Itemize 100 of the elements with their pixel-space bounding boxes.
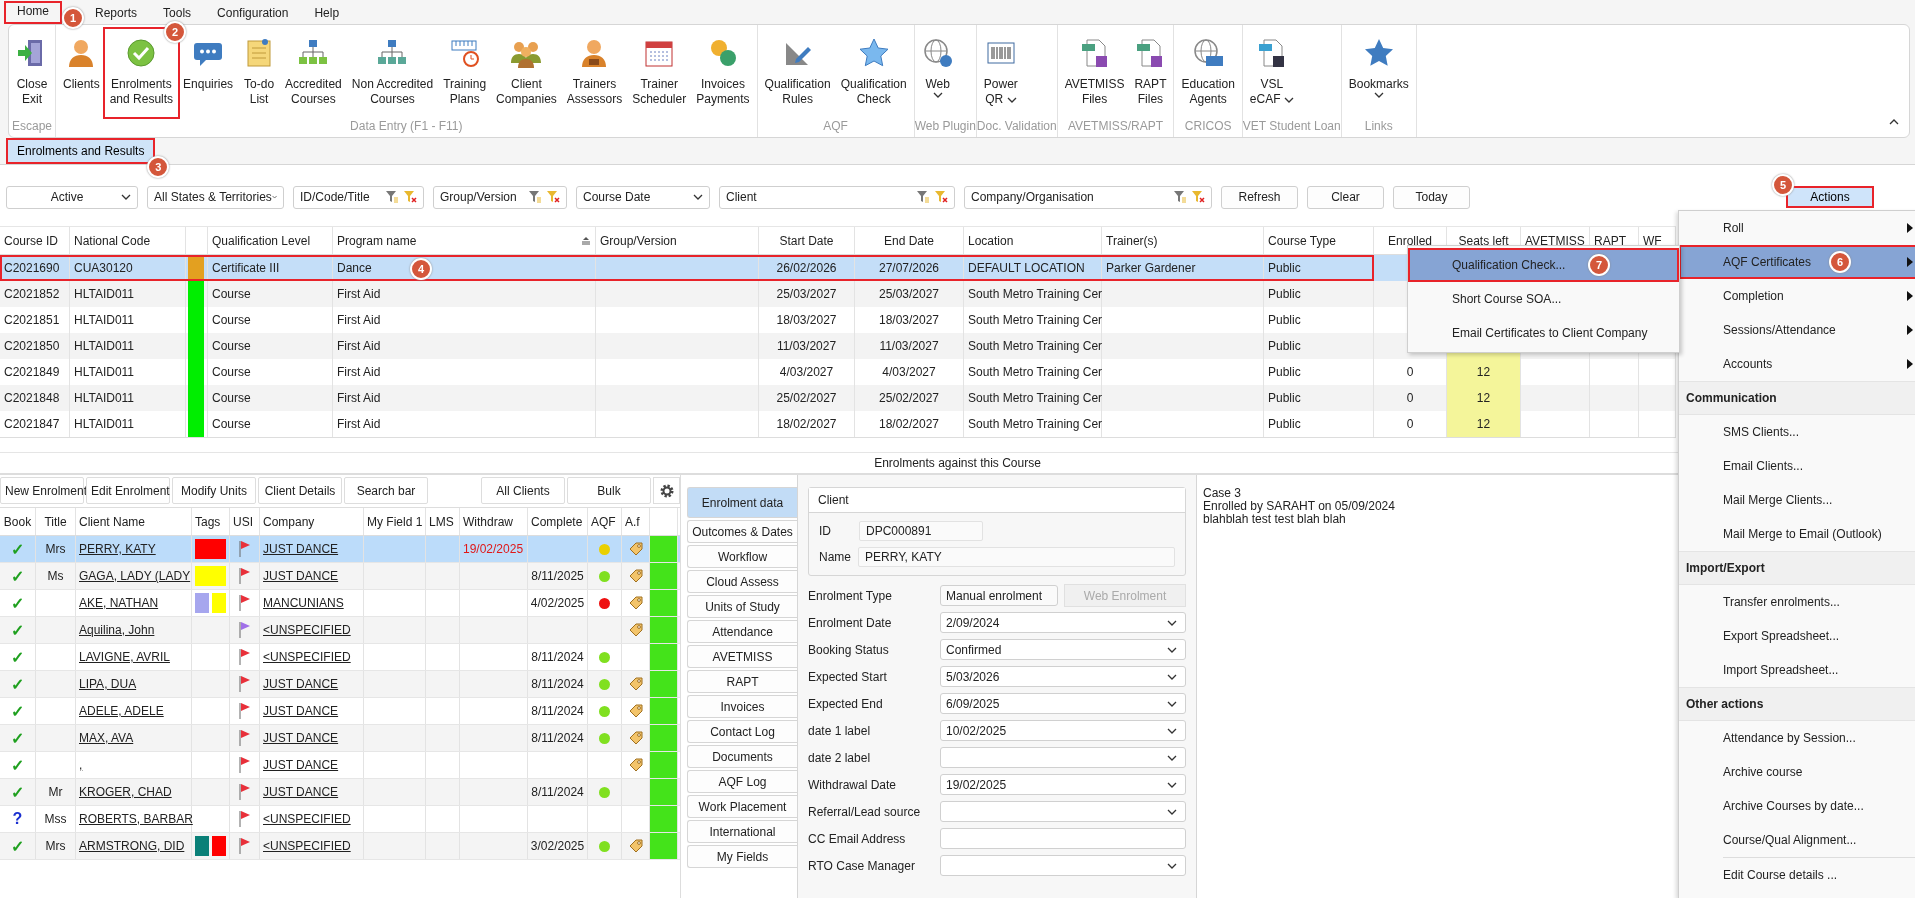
id-field[interactable]: DPC000891 xyxy=(859,521,983,541)
side-tab[interactable]: Invoices xyxy=(687,695,797,718)
column-header[interactable]: Title xyxy=(44,514,67,529)
column-header[interactable]: LMS xyxy=(429,514,454,529)
dropdown-field[interactable]: 6/09/2025 xyxy=(940,693,1186,714)
company-link[interactable]: JUST DANCE xyxy=(263,758,339,772)
ribbon-button[interactable]: Qualification Check xyxy=(835,29,912,117)
side-tab[interactable]: AVETMISS xyxy=(687,645,797,668)
dropdown-field[interactable]: 10/02/2025 xyxy=(940,720,1186,741)
ribbon-button[interactable]: AVETMISS Files xyxy=(1059,29,1130,117)
toolbar-button[interactable]: Refresh xyxy=(1221,185,1298,209)
menu-item[interactable]: Course/Qual Alignment... xyxy=(1679,823,1915,857)
menu-item[interactable]: Archive course xyxy=(1679,755,1915,789)
ribbon-button[interactable]: Clients xyxy=(58,29,105,117)
toolbar-button[interactable]: Today xyxy=(1393,185,1470,209)
menu-item[interactable]: Export Spreadsheet... xyxy=(1679,619,1915,653)
company-link[interactable]: MANCUNIANS xyxy=(263,596,344,610)
dropdown-field[interactable]: 2/09/2024 xyxy=(940,612,1186,633)
menu-tab[interactable]: Configuration xyxy=(204,3,302,24)
ribbon-button[interactable]: VSL eCAF xyxy=(1244,29,1299,117)
ribbon-button[interactable]: Training Plans xyxy=(438,29,492,117)
company-link[interactable]: <UNSPECIFIED xyxy=(263,812,351,826)
side-tab[interactable]: AQF Log xyxy=(687,770,797,793)
side-tab[interactable]: Units of Study xyxy=(687,595,797,618)
actions-button[interactable]: Actions xyxy=(1786,186,1874,208)
side-tab[interactable]: International xyxy=(687,820,797,843)
dropdown-field[interactable] xyxy=(940,801,1186,822)
collapse-icon[interactable] xyxy=(1889,119,1899,125)
ribbon-button[interactable]: Trainers Assessors xyxy=(561,29,628,117)
text-field[interactable]: Manual enrolment xyxy=(940,585,1059,606)
column-header[interactable]: Qualification Level xyxy=(208,227,333,254)
column-header[interactable]: Company xyxy=(263,514,315,529)
side-tab[interactable]: Contact Log xyxy=(687,720,797,743)
ribbon-button[interactable]: To-do List xyxy=(238,29,281,117)
menu-item[interactable]: Sessions/Attendance xyxy=(1679,313,1915,347)
ribbon-button[interactable]: Education Agents xyxy=(1176,29,1240,117)
toolbar-button[interactable]: All Clients xyxy=(481,477,565,504)
document-tab[interactable]: Enrolments and Results xyxy=(6,138,156,164)
column-header[interactable]: Program name xyxy=(333,227,596,254)
dropdown-field[interactable]: Confirmed xyxy=(940,639,1186,660)
column-header[interactable]: Complete xyxy=(531,514,583,529)
dropdown-field[interactable]: 5/03/2026 xyxy=(940,666,1186,687)
menu-item[interactable]: Archive Courses by date... xyxy=(1679,789,1915,823)
client-name-link[interactable]: PERRY, KATY xyxy=(79,542,156,556)
filter-icon[interactable] xyxy=(916,190,930,204)
filter-field[interactable]: Company/Organisation xyxy=(964,185,1212,209)
enrolment-row[interactable]: ✓ Mr KROGER, CHAD JUST DANCE 8/11/2024 xyxy=(0,779,680,806)
dropdown-field[interactable] xyxy=(940,855,1186,876)
side-tab[interactable]: Cloud Assess xyxy=(687,570,797,593)
client-name-link[interactable]: , xyxy=(79,758,83,772)
client-name-link[interactable]: ADELE, ADELE xyxy=(79,704,164,718)
company-link[interactable]: JUST DANCE xyxy=(263,542,339,556)
enrolment-row[interactable]: ✓ Mrs PERRY, KATY JUST DANCE 19/02/2025 xyxy=(0,536,680,563)
column-header[interactable]: Withdraw xyxy=(463,514,513,529)
menu-tab[interactable]: Tools xyxy=(150,3,205,24)
ribbon-button[interactable]: Bookmarks xyxy=(1343,29,1414,117)
course-row[interactable]: C2021690 CUA30120 Certificate III Dance 4 26/02/2026 27/07/2026 DEFAULT LOCATION Parker Gardener Public xyxy=(0,255,1374,281)
column-header[interactable]: Client Name xyxy=(79,514,146,529)
menu-item[interactable]: Mail Merge to Email (Outlook) xyxy=(1679,517,1915,551)
dropdown-field[interactable]: 19/02/2025 xyxy=(940,774,1186,795)
menu-item[interactable]: SMS Clients... xyxy=(1679,415,1915,449)
side-tab[interactable]: Enrolment data xyxy=(687,487,797,518)
menu-item[interactable]: Email Clients... xyxy=(1679,449,1915,483)
client-name-link[interactable]: ARMSTRONG, DID xyxy=(79,839,185,853)
filter-icon[interactable] xyxy=(385,190,399,204)
client-name-link[interactable]: LAVIGNE, AVRIL xyxy=(79,650,170,664)
column-header[interactable]: End Date xyxy=(855,227,964,254)
column-header[interactable]: AQF xyxy=(591,514,616,529)
menu-item[interactable]: Accounts xyxy=(1679,347,1915,381)
side-tab[interactable]: RAPT xyxy=(687,670,797,693)
client-name-link[interactable]: GAGA, LADY (LADY xyxy=(79,569,191,583)
filter-dropdown[interactable]: Course Date xyxy=(576,185,710,209)
filter-field[interactable]: Client xyxy=(719,185,955,209)
company-link[interactable]: JUST DANCE xyxy=(263,785,339,799)
ribbon-button[interactable]: Accredited Courses xyxy=(280,29,347,117)
filter-field[interactable]: ID/Code/Title xyxy=(293,185,424,209)
side-tab[interactable]: Documents xyxy=(687,745,797,768)
course-row[interactable]: C2021848 HLTAID011 Course First Aid 25/02/2027 25/02/2027 South Metro Training Cer Public xyxy=(0,385,1374,411)
toolbar-button[interactable]: New Enrolment xyxy=(0,477,84,504)
menu-tab[interactable]: Home xyxy=(4,1,62,24)
ribbon-button[interactable]: Qualification Rules xyxy=(759,29,836,117)
side-tab[interactable]: Work Placement xyxy=(687,795,797,818)
client-name-link[interactable]: ROBERTS, BARBAR xyxy=(79,812,193,826)
dropdown-field[interactable] xyxy=(940,747,1186,768)
input-field[interactable] xyxy=(940,828,1186,849)
menu-item[interactable]: Roll xyxy=(1679,211,1915,245)
company-link[interactable]: <UNSPECIFIED xyxy=(263,650,351,664)
column-header[interactable]: Trainer(s) xyxy=(1102,227,1264,254)
clear-filter-icon[interactable] xyxy=(1191,190,1205,204)
company-link[interactable]: <UNSPECIFIED xyxy=(263,623,351,637)
menu-item[interactable]: Attendance by Session... xyxy=(1679,721,1915,755)
company-link[interactable]: JUST DANCE xyxy=(263,677,339,691)
menu-item[interactable]: AQF Certificates 6 xyxy=(1679,245,1915,279)
menu-item[interactable]: Mail Merge Clients... xyxy=(1679,483,1915,517)
client-name-link[interactable]: AKE, NATHAN xyxy=(79,596,159,610)
side-tab[interactable]: My Fields xyxy=(687,845,797,868)
client-name-link[interactable]: MAX, AVA xyxy=(79,731,134,745)
menu-item[interactable]: Short Course SOA... xyxy=(1408,282,1679,316)
side-tab[interactable]: Attendance xyxy=(687,620,797,643)
column-header[interactable]: Group/Version xyxy=(596,227,759,254)
